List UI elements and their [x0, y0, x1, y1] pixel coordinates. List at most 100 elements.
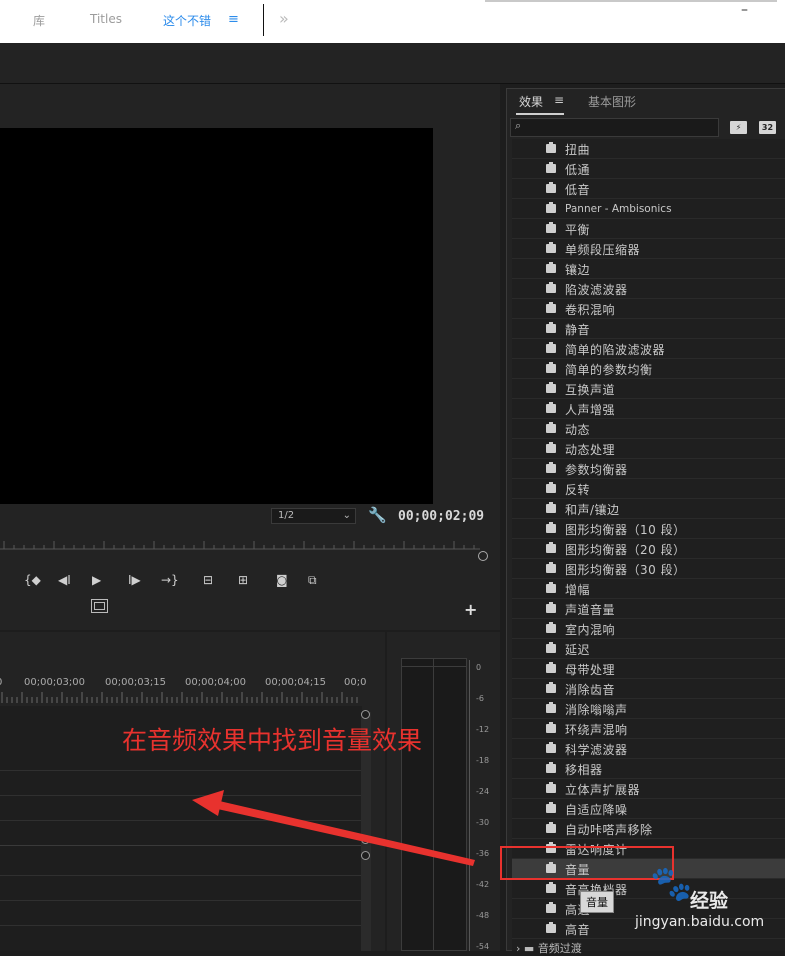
effect-item[interactable]: 音高换档器	[512, 879, 785, 899]
scroll-handle-lower[interactable]	[361, 851, 370, 860]
mark-in-icon[interactable]: {◆	[24, 573, 41, 587]
track-separator	[0, 875, 362, 876]
ruler-label: 00;00;03;15	[105, 677, 167, 688]
effect-item[interactable]: 自动咔嗒声移除	[512, 819, 785, 839]
tab-titles[interactable]: Titles	[90, 12, 122, 26]
audio-effect-icon	[546, 222, 556, 233]
zoom-scroll-handle[interactable]	[478, 551, 488, 561]
effect-label: 单频段压缩器	[565, 243, 641, 257]
audio-effect-icon	[546, 182, 556, 193]
tab-current-workspace[interactable]: 这个不错	[163, 12, 211, 29]
effect-item[interactable]: 简单的陷波滤波器	[512, 339, 785, 359]
effect-item[interactable]: 消除嗡嗡声	[512, 699, 785, 719]
audio-effect-icon	[546, 322, 556, 333]
effect-item[interactable]: 环绕声混响	[512, 719, 785, 739]
timeline-ruler-ticks[interactable]	[0, 692, 360, 704]
effect-item[interactable]: 母带处理	[512, 659, 785, 679]
effect-item[interactable]: 动态处理	[512, 439, 785, 459]
play-icon[interactable]: ▶	[92, 573, 101, 587]
effect-item[interactable]: 声道音量	[512, 599, 785, 619]
camera-icon[interactable]: ◙	[276, 573, 288, 587]
audio-effect-icon	[546, 422, 556, 433]
effect-item[interactable]: 扭曲	[512, 139, 785, 159]
audio-effect-icon	[546, 642, 556, 653]
effect-item[interactable]: Panner - Ambisonics	[512, 199, 785, 219]
effect-item[interactable]: 移相器	[512, 759, 785, 779]
tab-menu-icon[interactable]: ≡	[228, 12, 239, 27]
effect-item[interactable]: 平衡	[512, 219, 785, 239]
track-separator	[0, 845, 362, 846]
accelerated-effects-icon[interactable]: ⚡	[730, 121, 747, 134]
effect-item[interactable]: 单频段压缩器	[512, 239, 785, 259]
minimize-button[interactable]: –	[741, 2, 748, 18]
db-label: -24	[476, 787, 490, 796]
audio-effect-icon	[546, 242, 556, 253]
more-tabs-icon[interactable]: »	[279, 9, 289, 28]
scroll-handle-top[interactable]	[361, 710, 370, 719]
monitor-scrub-bar[interactable]	[0, 535, 480, 555]
effect-item[interactable]: 立体声扩展器	[512, 779, 785, 799]
effect-item[interactable]: 延迟	[512, 639, 785, 659]
folder-label: 音频过渡	[537, 942, 582, 955]
effect-item[interactable]: 低通	[512, 159, 785, 179]
folder-icon: ▬	[523, 942, 535, 955]
effect-item[interactable]: 图形均衡器（30 段）	[512, 559, 785, 579]
effect-item[interactable]: 科学滤波器	[512, 739, 785, 759]
scroll-handle-bottom[interactable]	[361, 835, 370, 844]
effect-item[interactable]: 陷波滤波器	[512, 279, 785, 299]
effect-item[interactable]: 卷积混响	[512, 299, 785, 319]
effect-item[interactable]: 消除齿音	[512, 679, 785, 699]
wrench-icon[interactable]: 🔧	[368, 506, 387, 524]
effect-label: 静音	[565, 323, 591, 337]
effect-item[interactable]: 低音	[512, 179, 785, 199]
audio-effect-icon	[546, 742, 556, 753]
effect-label: 动态处理	[565, 443, 616, 457]
effect-item[interactable]: 室内混响	[512, 619, 785, 639]
safe-margins-button[interactable]	[91, 599, 108, 613]
effect-item[interactable]: 互换声道	[512, 379, 785, 399]
audio-effect-icon	[546, 342, 556, 353]
effects-list[interactable]: 扭曲 低通低音 Panner - Ambisonics 平衡单频段压缩器镶边陷波滤波器…	[512, 139, 785, 951]
effects-search-input[interactable]	[510, 118, 719, 137]
button-editor-button[interactable]: +	[464, 600, 477, 619]
effects-menu-icon[interactable]: ≡	[554, 93, 564, 107]
effect-item[interactable]: 镶边	[512, 259, 785, 279]
go-to-out-icon[interactable]: →}	[161, 573, 179, 587]
32bit-effects-icon[interactable]: 32	[759, 121, 776, 134]
search-icon: ⌕	[515, 119, 522, 132]
effect-label: 反转	[565, 483, 591, 497]
tab-essential-graphics[interactable]: 基本图形	[588, 93, 636, 110]
effect-item[interactable]: 反转	[512, 479, 785, 499]
compare-icon[interactable]: ⧉	[308, 573, 317, 588]
effect-item[interactable]: 图形均衡器（20 段）	[512, 539, 785, 559]
effect-item[interactable]: 静音	[512, 319, 785, 339]
folder-audio-transitions[interactable]: › ▬ 音频过渡	[516, 940, 582, 956]
effect-item[interactable]: 参数均衡器	[512, 459, 785, 479]
ruler-label: 00;00;04;00	[185, 677, 247, 688]
effect-item[interactable]: 简单的参数均衡	[512, 359, 785, 379]
effect-item[interactable]: 和声/镶边	[512, 499, 785, 519]
effect-label: 动态	[565, 423, 591, 437]
playhead-timecode[interactable]: 00;00;02;09	[398, 509, 484, 524]
meter-peak-row	[401, 666, 467, 667]
step-forward-icon[interactable]: I▶	[128, 573, 141, 587]
effect-item[interactable]: 图形均衡器（10 段）	[512, 519, 785, 539]
extract-icon[interactable]: ⊞	[238, 573, 248, 587]
effect-item[interactable]: 自适应降噪	[512, 799, 785, 819]
effect-label: 低音	[565, 183, 591, 197]
effect-label: 陷波滤波器	[565, 283, 628, 297]
audio-effect-icon	[546, 482, 556, 493]
effect-item[interactable]: 人声增强	[512, 399, 785, 419]
resolution-select[interactable]: 1/2 ⌄	[271, 508, 356, 524]
audio-effect-icon	[546, 622, 556, 633]
tab-effects[interactable]: 效果	[519, 93, 543, 110]
lift-icon[interactable]: ⊟	[203, 573, 213, 587]
effect-item[interactable]: 动态	[512, 419, 785, 439]
effect-label: 环绕声混响	[565, 723, 628, 737]
effect-item[interactable]: 增幅	[512, 579, 785, 599]
effect-label: 和声/镶边	[565, 503, 620, 517]
step-back-icon[interactable]: ◀I	[58, 573, 71, 587]
tab-library[interactable]: 库	[33, 12, 45, 29]
meter-scale-line	[469, 660, 470, 951]
video-preview[interactable]	[0, 128, 433, 504]
